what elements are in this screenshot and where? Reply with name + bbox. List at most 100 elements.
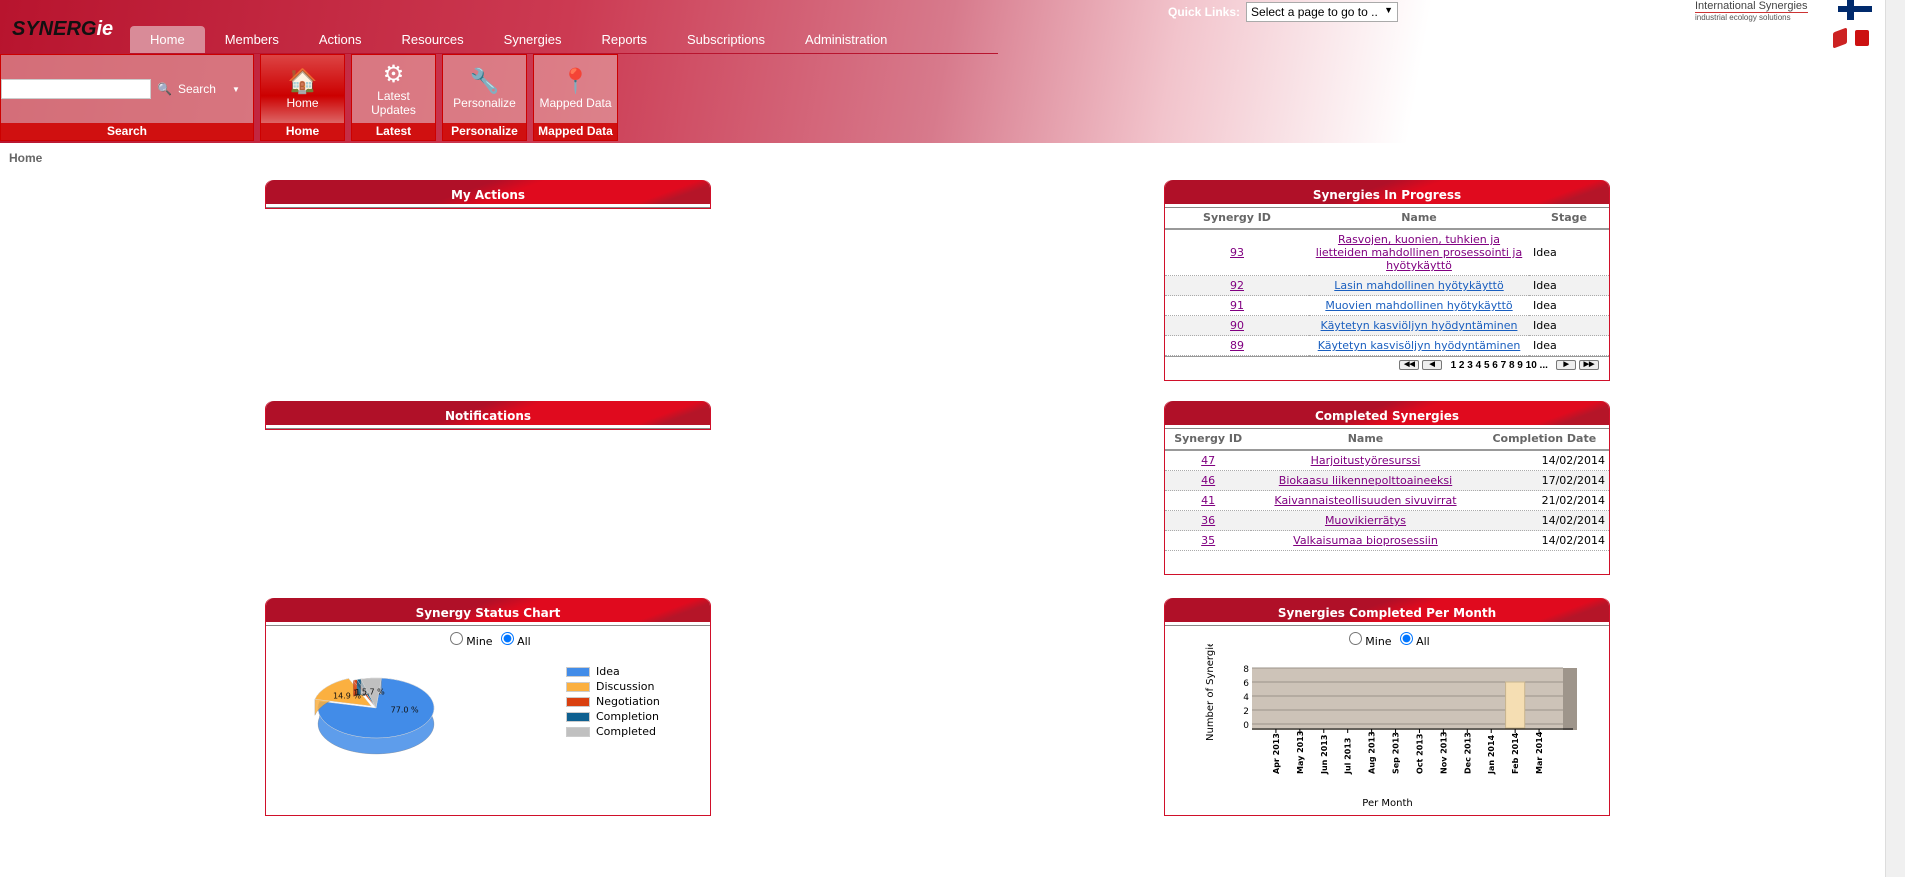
ribbon-latest-updates-caption: Latest Updates: [352, 123, 435, 155]
quick-links-select[interactable]: Select a page to go to .. ▼: [1246, 2, 1399, 22]
tab-home[interactable]: Home: [130, 26, 205, 53]
synergies-per-month-panel: Synergies Completed Per Month Mine All 0…: [1164, 598, 1610, 816]
legend-item: Discussion: [566, 679, 660, 694]
column-header[interactable]: Completion Date: [1479, 428, 1609, 451]
synergy-id-link[interactable]: 92: [1230, 279, 1244, 292]
synergy-id-link[interactable]: 36: [1201, 514, 1215, 527]
scrollbar[interactable]: [1885, 0, 1905, 877]
ribbon-personalize[interactable]: 🔧 Personalize Personalize: [442, 54, 527, 141]
synergy-name-link[interactable]: Lasin mahdollinen hyötykäyttö: [1334, 279, 1503, 292]
finnish-flag-icon[interactable]: [1838, 0, 1872, 20]
synergy-name-link[interactable]: Harjoitustyöresurssi: [1311, 454, 1421, 467]
synergy-name-link[interactable]: Rasvojen, kuonien, tuhkien ja lietteiden…: [1316, 233, 1522, 272]
column-header[interactable]: Synergy ID: [1165, 428, 1252, 451]
table-row: 90 Käytetyn kasviöljyn hyödyntäminen Idea: [1165, 315, 1609, 336]
table-cell: 92: [1165, 275, 1309, 296]
synergy-id-link[interactable]: 47: [1201, 454, 1215, 467]
synergy-name-link[interactable]: Käytetyn kasviöljyn hyödyntäminen: [1321, 319, 1518, 332]
status-pie-chart: 77.0 %14.9 %1.1 %1.1 %5.7 %: [314, 677, 435, 755]
search-icon[interactable]: 🔍: [157, 82, 172, 96]
table-cell: 35: [1165, 530, 1252, 551]
y-tick-label: 2: [1243, 707, 1249, 717]
legend-label: Completion: [596, 710, 660, 723]
synergy-name-link[interactable]: Kaivannaisteollisuuden sivuvirrat: [1274, 494, 1456, 507]
y-axis-title: Number of Synergies: [1205, 644, 1216, 741]
logo[interactable]: SYNERGie: [12, 18, 113, 41]
first-page-button[interactable]: ◀◀: [1399, 360, 1420, 371]
tab-resources[interactable]: Resources: [382, 26, 484, 53]
tab-subscriptions[interactable]: Subscriptions: [667, 26, 785, 53]
table-row: 46 Biokaasu liikennepolttoaineeksi 17/02/2…: [1165, 470, 1609, 491]
table-cell: Biokaasu liikennepolttoaineeksi: [1251, 470, 1480, 491]
column-header[interactable]: Name: [1251, 428, 1480, 451]
table-row: 89 Käytetyn kasvisöljyn hyödyntäminen Idea: [1165, 335, 1609, 356]
table-cell: Idea: [1529, 275, 1609, 296]
header: SYNERGie Home Members Actions Resources Syne…: [0, 0, 1885, 155]
x-axis-title: Per Month: [1362, 798, 1412, 809]
bar: [1505, 681, 1526, 729]
synergy-id-link[interactable]: 93: [1230, 246, 1244, 259]
help-book-icon[interactable]: [1833, 27, 1847, 49]
lock-icon[interactable]: [1855, 30, 1869, 46]
next-page-button[interactable]: ▶: [1556, 360, 1577, 371]
partner-tagline: industrial ecology solutions: [1695, 12, 1808, 22]
synergy-id-link[interactable]: 90: [1230, 319, 1244, 332]
ribbon-home[interactable]: 🏠 Home Home: [260, 54, 345, 141]
tab-synergies[interactable]: Synergies: [484, 26, 582, 53]
legend-label: Negotiation: [596, 695, 660, 708]
synergy-id-link[interactable]: 41: [1201, 494, 1215, 507]
tab-actions[interactable]: Actions: [299, 26, 382, 53]
synergy-name-link[interactable]: Muovien mahdollinen hyötykäyttö: [1325, 299, 1512, 312]
table-row: 93 Rasvojen, kuonien, tuhkien ja lietteid…: [1165, 229, 1609, 276]
partner-logo[interactable]: International Synergies industrial ecolog…: [1695, 0, 1808, 22]
partner-name: International Synergies: [1695, 0, 1808, 12]
synergy-id-link[interactable]: 89: [1230, 339, 1244, 352]
ribbon-latest-updates[interactable]: ⚙ Latest Updates Latest Updates: [351, 54, 436, 155]
synergy-name-link[interactable]: Biokaasu liikennepolttoaineeksi: [1279, 474, 1452, 487]
table-cell: Käytetyn kasvisöljyn hyödyntäminen: [1309, 335, 1529, 356]
table-cell: 14/02/2014: [1479, 510, 1609, 531]
table-cell: 36: [1165, 510, 1252, 531]
tab-members[interactable]: Members: [205, 26, 299, 53]
synergy-id-link[interactable]: 46: [1201, 474, 1215, 487]
legend-swatch: [566, 726, 590, 737]
page-numbers[interactable]: 1 2 3 4 5 6 7 8 9 10 ...: [1451, 360, 1548, 371]
house-icon: 🏠: [287, 68, 318, 95]
table-cell: Käytetyn kasviöljyn hyödyntäminen: [1309, 315, 1529, 336]
table-row: 91 Muovien mahdollinen hyötykäyttö Idea: [1165, 295, 1609, 316]
x-tick-label: Jan 2014: [1487, 734, 1496, 775]
synergy-status-chart-panel: Synergy Status Chart Mine All 77.0 % 14.9…: [265, 598, 711, 816]
main-nav: Home Members Actions Resources Synergies Repo…: [130, 26, 998, 54]
synergy-name-link[interactable]: Muovikierrätys: [1325, 514, 1406, 527]
updates-icon: ⚙: [382, 61, 405, 88]
pie-legend: Idea Discussion Negotiation Completion Compl…: [566, 664, 660, 739]
tab-reports[interactable]: Reports: [581, 26, 667, 53]
table-row: 36 Muovikierrätys 14/02/2014: [1165, 510, 1609, 531]
table-cell: Kaivannaisteollisuuden sivuvirrat: [1251, 490, 1480, 511]
search-button[interactable]: Search: [178, 82, 216, 96]
x-tick-label: Feb 2014: [1511, 732, 1520, 774]
y-tick-label: 6: [1243, 679, 1249, 689]
synergy-name-link[interactable]: Valkaisumaa bioprosessiin: [1293, 534, 1438, 547]
ribbon-mapped-data[interactable]: 📍 Mapped Data Mapped Data: [533, 54, 618, 141]
column-header[interactable]: Name: [1309, 207, 1529, 230]
chevron-down-icon[interactable]: ▼: [232, 85, 240, 94]
prev-page-button[interactable]: ◀: [1422, 360, 1443, 371]
synergy-name-link[interactable]: Käytetyn kasvisöljyn hyödyntäminen: [1318, 339, 1521, 352]
synergy-id-link[interactable]: 35: [1201, 534, 1215, 547]
column-header[interactable]: Stage: [1529, 207, 1609, 230]
x-tick-label: Jun 2013: [1320, 735, 1329, 775]
table-cell: 93: [1165, 229, 1309, 276]
tab-administration[interactable]: Administration: [785, 26, 907, 53]
column-header[interactable]: Synergy ID: [1165, 207, 1309, 230]
table-row: 35 Valkaisumaa bioprosessiin 14/02/2014: [1165, 530, 1609, 551]
synergy-id-link[interactable]: 91: [1230, 299, 1244, 312]
mine-radio[interactable]: [450, 632, 464, 645]
table-cell: Idea: [1529, 335, 1609, 356]
pie-data-label: 77.0 %: [391, 705, 419, 714]
search-input[interactable]: [1, 79, 151, 99]
all-radio[interactable]: [501, 632, 515, 645]
last-page-button[interactable]: ▶▶: [1579, 360, 1599, 371]
legend-label: Discussion: [596, 680, 655, 693]
ribbon-home-caption: Home: [261, 123, 344, 140]
